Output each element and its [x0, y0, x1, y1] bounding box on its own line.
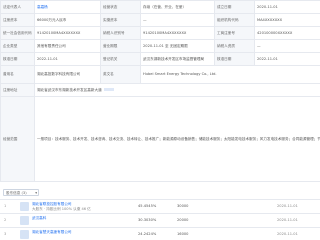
- label-legal-rep: 法定代表人: [0, 0, 35, 14]
- shareholder-filter-select[interactable]: 股东信息 (3) ▾: [3, 189, 39, 196]
- english-name-value: Hubei Smart Energy Technology Co., Ltd.: [140, 65, 320, 84]
- info-row: 法定代表人 高嘉杨 经营状态 存续（在营、开业、在册） 成立日期 2020-11…: [0, 0, 320, 14]
- reg-number-value: 420100000XXXXXX: [254, 26, 320, 40]
- taxpayer-id-value: 91420100MA4XXXXXXX: [140, 26, 215, 40]
- label-authority: 登记机关: [100, 52, 141, 66]
- org-code-value: MA4XXXXXXX: [254, 13, 320, 27]
- info-row: 注册地址 湖北省武汉市东湖新技术开发区高新大道: [0, 83, 320, 97]
- row-number: 3: [4, 232, 7, 236]
- info-row: 曾用名 湖北高投数字科技有限公司 英文名 Hubei Smart Energy …: [0, 65, 320, 84]
- approval-date-2-value: 2022-11-01: [254, 52, 320, 66]
- row-number: 2: [4, 218, 7, 222]
- table-row: 2 武汉高科 30.3030% 20000 2020-11-01: [0, 214, 320, 228]
- business-info-table: 法定代表人 高嘉杨 经营状态 存续（在营、开业、在册） 成立日期 2020-11…: [0, 0, 320, 182]
- subscribed-date: 2020-11-01: [277, 204, 298, 208]
- info-row: 核准日期 2022-11-01 登记机关 武汉东湖新技术开发区市场监督管理局 核…: [0, 52, 320, 66]
- label-company-type: 企业类型: [0, 39, 35, 53]
- shareholder-toolbar: 股东信息 (3) ▾: [0, 186, 320, 200]
- business-scope-value: 一般项目：技术服务、技术开发、技术咨询、技术交流、技术转让、技术推广；新能源原动…: [34, 96, 320, 182]
- founded-value: 2020-11-01: [254, 0, 320, 14]
- label-status: 经营状态: [100, 0, 141, 14]
- label-reg-capital: 注册资本: [0, 13, 35, 27]
- label-approval-date-2: 核准日期: [214, 52, 255, 66]
- label-credit-code: 统一社会信用代码: [0, 26, 35, 40]
- label-taxpayer-qual: 纳税人资质: [214, 39, 255, 53]
- taxpayer-qual-value: —: [254, 39, 320, 53]
- status-value: 存续（在营、开业、在册）: [140, 0, 215, 14]
- label-former-name: 曾用名: [0, 65, 35, 84]
- info-row: 企业类型 其他有限责任公司 营业期限 2020-11-01 至 无固定期限 纳税…: [0, 39, 320, 53]
- shareholder-list: 1 湖北省联投控股有限公司 大股东 · 持股比例 100% 认缴 46 亿 45…: [0, 200, 320, 240]
- subscribed-amount: 20000: [177, 218, 189, 222]
- company-logo-icon: [20, 202, 29, 211]
- label-taxpayer-id: 纳税人识别号: [100, 26, 141, 40]
- share-percent: 30.3030%: [138, 218, 157, 222]
- info-row: 统一社会信用代码 91420100MA4XXXXXXX 纳税人识别号 91420…: [0, 26, 320, 40]
- authority-value: 武汉东湖新技术开发区市场监督管理局: [140, 52, 215, 66]
- label-reg-number: 工商注册号: [214, 26, 255, 40]
- term-value: 2020-11-01 至 无固定期限: [140, 39, 215, 53]
- former-name-value: 湖北高投数字科技有限公司: [34, 65, 101, 84]
- label-approval-date: 核准日期: [0, 52, 35, 66]
- info-row: 经营范围 一般项目：技术服务、技术开发、技术咨询、技术交流、技术转让、技术推广；…: [0, 96, 320, 182]
- label-paid-capital: 实缴资本: [100, 13, 141, 27]
- map-chip[interactable]: [103, 88, 114, 92]
- company-info-page: 法定代表人 高嘉杨 经营状态 存续（在营、开业、在册） 成立日期 2020-11…: [0, 0, 320, 240]
- credit-code-value: 91420100MA4XXXXXXX: [34, 26, 101, 40]
- table-row: 1 湖北省联投控股有限公司 大股东 · 持股比例 100% 认缴 46 亿 45…: [0, 200, 320, 214]
- label-founded: 成立日期: [214, 0, 255, 14]
- reg-capital-value: 66000万元人民币: [34, 13, 101, 27]
- subscribed-amount: 30000: [177, 204, 189, 208]
- shareholder-name-link[interactable]: 武汉高科: [32, 216, 46, 221]
- company-logo-icon: [20, 216, 29, 225]
- paid-capital-value: —: [140, 13, 215, 27]
- label-business-scope: 经营范围: [0, 96, 35, 182]
- approval-date-value: 2022-11-01: [34, 52, 101, 66]
- address-value: 湖北省武汉市东湖新技术开发区高新大道: [34, 83, 320, 97]
- shareholder-sub: 大股东 · 持股比例 100% 认缴 46 亿: [32, 207, 91, 211]
- row-number: 1: [4, 204, 7, 208]
- chevron-down-icon: ▾: [35, 191, 37, 195]
- legal-rep-link[interactable]: 高嘉杨: [34, 0, 101, 14]
- subscribed-date: 2020-11-01: [277, 232, 298, 236]
- info-row: 注册资本 66000万元人民币 实缴资本 — 组织机构代码 MA4XXXXXXX: [0, 13, 320, 27]
- table-row: 3 湖北省楚天高速有限公司 24.2424% 16000 2020-11-01: [0, 228, 320, 240]
- label-address: 注册地址: [0, 83, 35, 97]
- subscribed-amount: 16000: [177, 232, 189, 236]
- address-text: 湖北省武汉市东湖新技术开发区高新大道: [37, 87, 102, 92]
- label-org-code: 组织机构代码: [214, 13, 255, 27]
- subscribed-date: 2020-11-01: [277, 218, 298, 222]
- label-term: 营业期限: [100, 39, 141, 53]
- share-percent: 24.2424%: [138, 232, 157, 236]
- company-logo-icon: [20, 230, 29, 239]
- shareholder-filter-label: 股东信息 (3): [6, 191, 27, 195]
- share-percent: 45.4545%: [138, 204, 157, 208]
- company-type-value: 其他有限责任公司: [34, 39, 101, 53]
- label-english-name: 英文名: [100, 65, 141, 84]
- shareholder-name-link[interactable]: 湖北省楚天高速有限公司: [32, 230, 72, 235]
